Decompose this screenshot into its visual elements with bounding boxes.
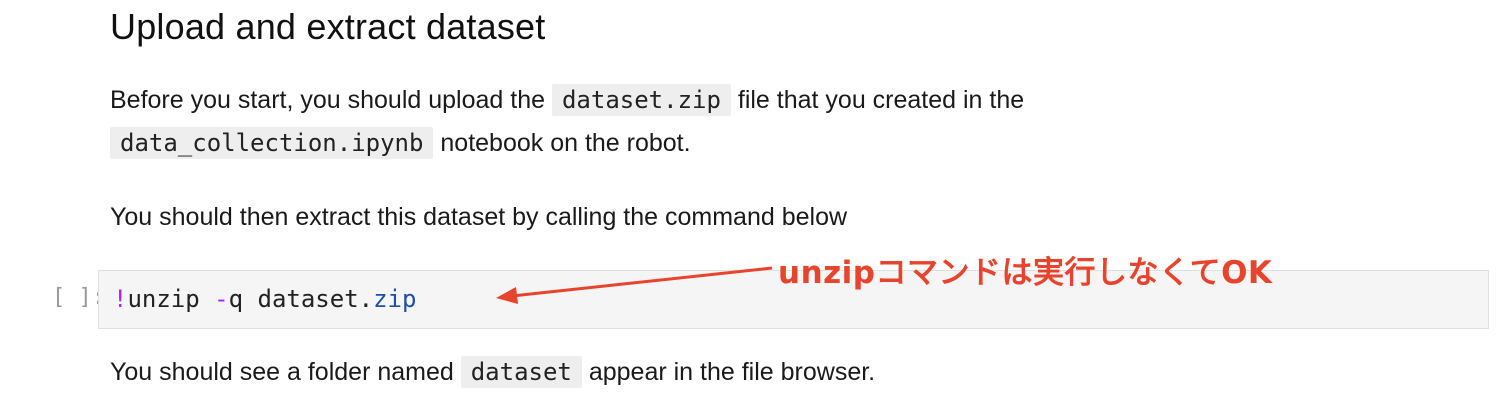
annotation-label: unzipコマンドは実行しなくてOK (778, 255, 1273, 291)
inline-code-dataset-folder: dataset (460, 356, 582, 388)
code-line[interactable]: !unzip -q dataset.zip (113, 285, 416, 313)
code-token-extension: zip (373, 285, 417, 313)
instruction-paragraph-upload: Before you start, you should upload the … (110, 79, 1479, 165)
paragraph-text: appear in the file browser. (581, 358, 876, 386)
paragraph-text: notebook on the robot. (433, 129, 691, 157)
paragraph-text: Before you start, you should upload the (110, 86, 552, 114)
code-token-bang: ! (113, 285, 128, 313)
paragraph-text: file that you created in the (730, 86, 1025, 114)
instruction-paragraph-extract: You should then extract this dataset by … (110, 203, 848, 231)
inline-code-dataset-zip: dataset.zip (551, 84, 731, 116)
paragraph-text: You should see a folder named (110, 358, 461, 386)
code-cell[interactable]: [ ]: !unzip -q dataset.zip (52, 270, 1489, 329)
cell-prompt: [ ]: (52, 285, 105, 310)
section-heading: Upload and extract dataset (110, 6, 546, 47)
code-token-command: unzip (127, 285, 215, 313)
inline-code-notebook-name: data_collection.ipynb (110, 127, 434, 159)
code-token-args: q dataset. (228, 285, 374, 313)
code-token-operator: - (214, 285, 229, 313)
instruction-paragraph-result: You should see a folder named dataset ap… (110, 351, 1479, 394)
